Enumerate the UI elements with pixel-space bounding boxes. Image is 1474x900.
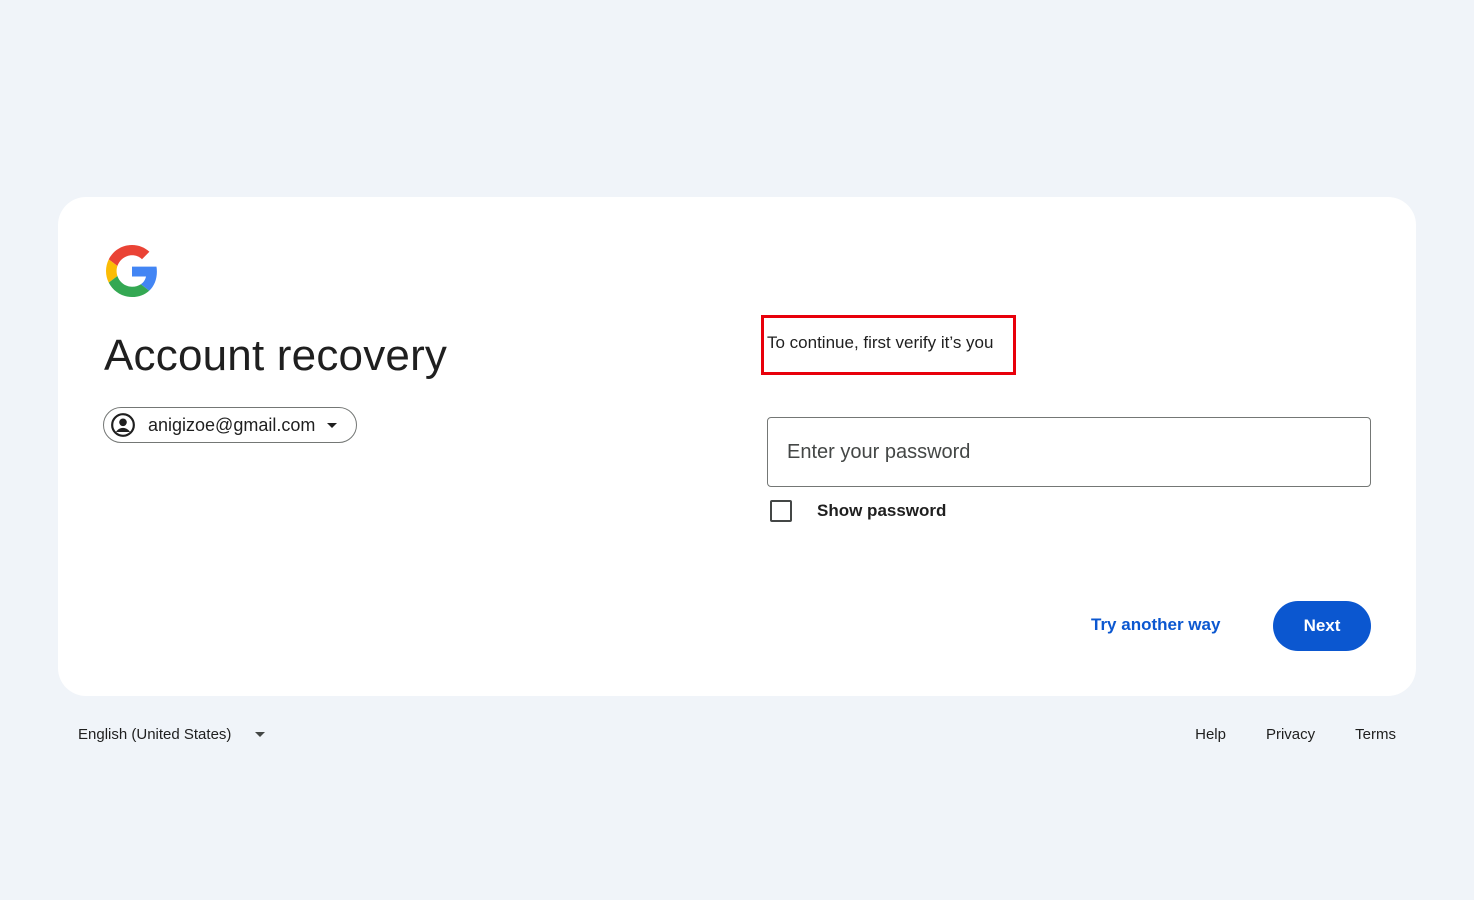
footer-links: Help Privacy Terms [1155,726,1396,743]
google-logo-icon [106,245,158,297]
language-selector[interactable]: English (United States) [78,726,266,743]
verify-message: To continue, first verify it’s you [767,333,994,352]
language-label: English (United States) [78,726,232,743]
account-circle-icon [110,412,136,438]
terms-link[interactable]: Terms [1355,726,1396,743]
show-password-label: Show password [817,501,947,520]
help-link[interactable]: Help [1195,726,1226,743]
show-password-checkbox[interactable] [770,500,792,522]
show-password-toggle[interactable]: Show password [770,500,946,522]
password-input[interactable] [767,417,1371,487]
caret-down-icon [327,422,338,428]
account-email: anigizoe@gmail.com [148,414,316,435]
recovery-card: Account recovery anigizoe@gmail.com To c… [58,197,1416,696]
try-another-way-button[interactable]: Try another way [1091,615,1220,635]
account-chip[interactable]: anigizoe@gmail.com [103,407,357,443]
page-title: Account recovery [104,331,448,380]
privacy-link[interactable]: Privacy [1266,726,1315,743]
caret-down-icon [255,732,266,737]
next-button[interactable]: Next [1273,601,1371,651]
